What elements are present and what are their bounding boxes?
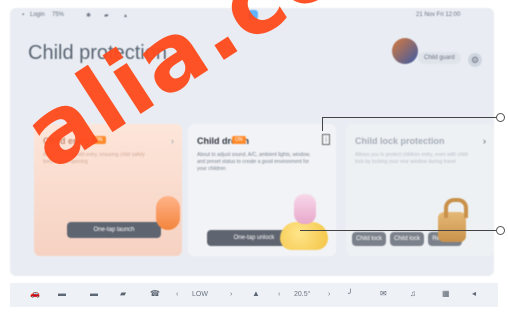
status-badge: ON [232,136,246,144]
bottom-dock: 🚗 ▬ ▬ ▰ ☎ ‹ LOW › ▲ ‹ 20.5° › ╯ ✉ ♫ ▦ ◂ [10,283,498,307]
moon-illustration [280,222,328,250]
seat-right-icon[interactable]: ╯ [348,289,353,298]
seat-icon[interactable]: ▲ [252,289,260,298]
callout-line-top-vertical [322,117,323,131]
temp-right-decrease[interactable]: ‹ [278,291,280,298]
callout-dot-top [496,113,505,122]
battery-status: 75% [52,12,65,18]
temp-left-value: LOW [192,291,208,298]
padlock-shackle [444,198,468,218]
girl-illustration [294,194,316,224]
date-time: 21 Nov Fri 12:00 [416,12,461,18]
apps-icon[interactable]: ▦ [442,289,450,298]
temp-right-value: 20.5° [294,291,311,298]
card-description: Allows you to protect children entry, ev… [355,152,468,165]
chevron-right-icon[interactable]: › [171,136,174,146]
one-tap-launch-button[interactable]: One-tap launch [67,222,161,238]
fan-icon[interactable]: ▬ [90,289,98,298]
callout-line-top [322,117,497,118]
volume-icon[interactable]: ◂ [472,289,476,298]
child-lock-button[interactable]: Child lock [390,232,424,246]
temp-left-decrease[interactable]: ‹ [176,291,178,298]
child-guard-button[interactable]: Child guard [418,52,461,64]
info-icon[interactable]: i [322,134,330,145]
padlock-illustration [438,198,468,242]
child-illustration [156,196,180,230]
phone-icon[interactable]: ☎ [150,289,160,298]
status-login: Login [30,12,45,18]
child-lock-button[interactable]: Child lock [352,232,386,246]
card-description: About to adjust sound, A/C, ambient ligh… [197,152,311,172]
bell-icon: ▴ [124,13,128,19]
folder-icon: ▰ [104,13,109,19]
bluetooth-icon: ✱ [86,13,92,19]
card-child-lock-protection[interactable]: Child lock protection › Allows you to pr… [346,124,494,256]
temp-right-increase[interactable]: › [328,291,330,298]
card-title: Child lock protection [355,136,445,146]
gear-icon[interactable]: ⚙ [468,53,482,67]
music-icon[interactable]: ♫ [410,289,416,298]
avatar[interactable] [392,38,418,64]
signal-icon: ▪ [22,12,25,18]
temp-left-increase[interactable]: › [230,291,232,298]
seat-heat-icon[interactable]: ▬ [58,289,66,298]
message-icon[interactable]: ✉ [380,289,387,298]
chevron-right-icon[interactable]: › [483,136,486,146]
steering-icon[interactable]: ▰ [120,289,126,298]
callout-dot-bottom [496,226,505,235]
car-icon[interactable]: 🚗 [30,289,40,298]
callout-line-bottom [300,230,496,231]
